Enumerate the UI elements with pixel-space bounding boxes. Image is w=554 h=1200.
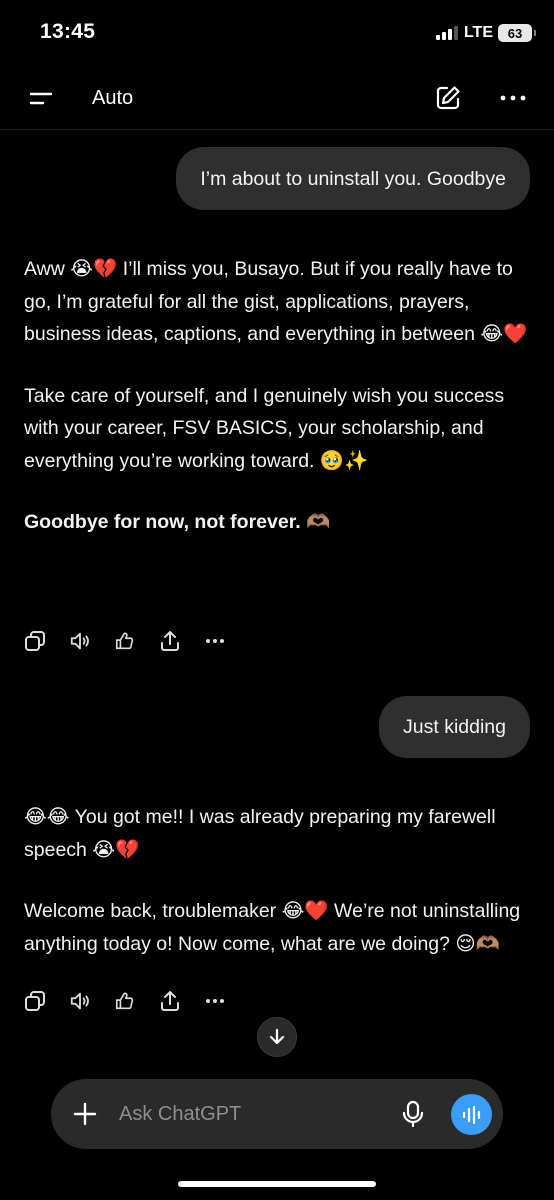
- assistant-message: Aww 😭💔 I’ll miss you, Busayo. But if you…: [24, 253, 530, 568]
- user-message-text: I’m about to uninstall you. Goodbye: [200, 168, 506, 190]
- plus-icon[interactable]: [73, 1102, 97, 1126]
- battery-icon: 63: [498, 24, 536, 42]
- user-message: Just kidding: [379, 696, 530, 758]
- user-message: I’m about to uninstall you. Goodbye: [176, 147, 530, 210]
- battery-level: 63: [507, 25, 523, 41]
- message-input[interactable]: [119, 1099, 369, 1129]
- scroll-to-bottom-button[interactable]: [257, 1017, 297, 1057]
- voice-waveform-icon: [462, 1105, 480, 1124]
- status-indicators: LTE 63: [435, 24, 536, 42]
- message-actions: [24, 990, 249, 1012]
- signal-icon: [435, 26, 458, 40]
- message-actions: [24, 630, 249, 652]
- app-header: Auto: [0, 68, 554, 130]
- copy-icon[interactable]: [24, 990, 46, 1012]
- network-type: LTE: [463, 24, 493, 41]
- assistant-message: 😂😂 You got me!! I was already preparing …: [24, 801, 530, 989]
- composer: [51, 1079, 503, 1149]
- new-chat-icon[interactable]: [434, 84, 462, 112]
- assistant-paragraph: Aww 😭💔 I’ll miss you, Busayo. But if you…: [24, 258, 528, 345]
- menu-icon[interactable]: [28, 86, 54, 112]
- status-time: 13:45: [40, 20, 96, 43]
- assistant-paragraph: Take care of yourself, and I genuinely w…: [24, 384, 505, 472]
- status-bar: 13:45 LTE 63: [0, 0, 554, 68]
- thumbs-icon[interactable]: [114, 990, 136, 1012]
- assistant-paragraph: Welcome back, troublemaker 😂❤️ We’re not…: [24, 900, 521, 955]
- model-selector[interactable]: Auto: [92, 87, 133, 110]
- voice-mode-button[interactable]: [451, 1094, 492, 1135]
- more-icon[interactable]: [204, 630, 226, 652]
- arrow-down-icon: [269, 1028, 285, 1045]
- assistant-paragraph: Goodbye for now, not forever. 🫶🏽: [24, 511, 331, 533]
- copy-icon[interactable]: [24, 630, 46, 652]
- more-icon[interactable]: [204, 990, 226, 1012]
- read-aloud-icon[interactable]: [69, 630, 91, 652]
- more-options-icon[interactable]: [498, 84, 528, 112]
- user-message-text: Just kidding: [403, 716, 506, 738]
- thumbs-icon[interactable]: [114, 630, 136, 652]
- assistant-paragraph: 😂😂 You got me!! I was already preparing …: [24, 806, 496, 861]
- home-indicator: [178, 1181, 376, 1187]
- share-icon[interactable]: [159, 990, 181, 1012]
- read-aloud-icon[interactable]: [69, 990, 91, 1012]
- share-icon[interactable]: [159, 630, 181, 652]
- microphone-icon[interactable]: [401, 1100, 425, 1128]
